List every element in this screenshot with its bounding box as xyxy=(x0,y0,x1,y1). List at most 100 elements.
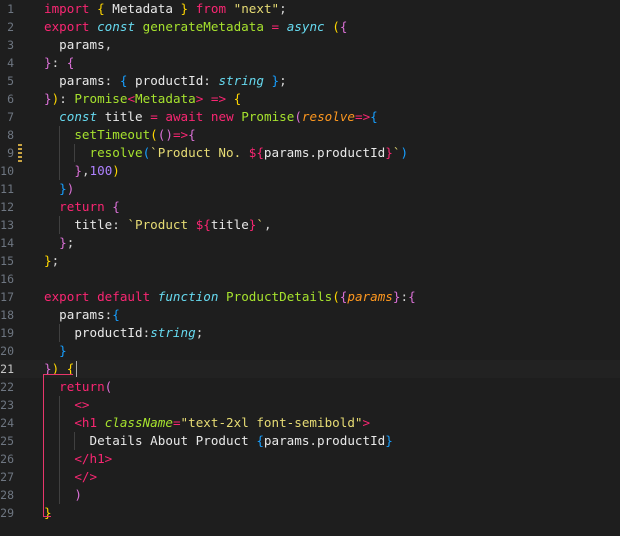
code-token: from xyxy=(195,1,227,16)
code-line[interactable]: 23 <> xyxy=(0,396,620,414)
code-line[interactable]: 3 params, xyxy=(0,36,620,54)
code-line[interactable]: 10 },100) xyxy=(0,162,620,180)
code-token: <> xyxy=(74,397,90,412)
code-text: }) xyxy=(44,180,74,198)
code-token: "next" xyxy=(233,1,280,16)
code-token: title xyxy=(104,109,143,124)
code-token: Promise xyxy=(241,109,295,124)
code-line[interactable]: 26 </h1> xyxy=(0,450,620,468)
code-line[interactable]: 14 }; xyxy=(0,234,620,252)
code-token: `Product No. xyxy=(150,145,249,160)
code-token: = xyxy=(172,415,181,430)
code-line[interactable]: 21}) { xyxy=(0,360,620,378)
code-editor[interactable]: 1 import { Metadata } from "next"; 2 export… xyxy=(0,0,620,536)
code-line[interactable]: 17 export default function ProductDetails… xyxy=(0,288,620,306)
code-text: import { Metadata } from "next"; xyxy=(44,0,287,18)
code-token: ) xyxy=(112,163,120,178)
code-line[interactable]: 27 </> xyxy=(0,468,620,486)
code-text: params, xyxy=(44,36,112,54)
code-line[interactable]: 1 import { Metadata } from "next"; xyxy=(0,0,620,18)
code-text: }; xyxy=(44,234,74,252)
indent-guide xyxy=(59,468,61,486)
code-token: ( xyxy=(332,19,340,34)
code-line[interactable]: 8 setTimeout(()=>{ xyxy=(0,126,620,144)
code-line[interactable]: 5 params: { productId: string }; xyxy=(0,72,620,90)
code-line[interactable]: 13 title: `Product ${title}`, xyxy=(0,216,620,234)
code-line[interactable]: 7 const title = await new Promise(resolv… xyxy=(0,108,620,126)
code-token: productId xyxy=(317,145,386,160)
code-token: { xyxy=(97,1,105,16)
code-text: <> xyxy=(44,396,90,414)
code-token: ${ xyxy=(248,145,264,160)
code-token: { xyxy=(339,19,348,34)
line-number: 22 xyxy=(0,380,14,394)
code-line[interactable]: 11 }) xyxy=(0,180,620,198)
code-line[interactable]: 25 Details About Product {params.product… xyxy=(0,432,620,450)
line-number: 13 xyxy=(0,218,14,232)
code-token: await xyxy=(165,109,204,124)
code-line[interactable]: 29} xyxy=(0,504,620,522)
code-line[interactable]: 18 params:{ xyxy=(0,306,620,324)
code-line[interactable]: 12 return { xyxy=(0,198,620,216)
code-line[interactable]: 15}; xyxy=(0,252,620,270)
code-token: { xyxy=(112,199,120,214)
code-line[interactable]: 2 export const generateMetadata = async (… xyxy=(0,18,620,36)
code-token: function xyxy=(157,289,219,304)
code-token: : xyxy=(104,73,120,88)
code-line[interactable]: 4}: { xyxy=(0,54,620,72)
code-token: ; xyxy=(279,73,287,88)
line-number: 27 xyxy=(0,470,14,484)
code-line[interactable]: 19 productId:string; xyxy=(0,324,620,342)
code-token: new xyxy=(210,109,234,124)
code-token: "text-2xl font-semibold" xyxy=(180,415,363,430)
modified-line-marker[interactable] xyxy=(18,144,22,162)
code-line[interactable]: 20 } xyxy=(0,342,620,360)
code-line[interactable]: 22 return( xyxy=(0,378,620,396)
line-number: 4 xyxy=(7,56,14,70)
code-token: className xyxy=(104,415,173,430)
code-token: ( xyxy=(104,379,113,394)
code-token: ${ xyxy=(195,217,211,232)
code-token: : xyxy=(51,55,67,70)
code-token: <h1 xyxy=(74,415,98,430)
code-token: } xyxy=(44,55,52,70)
code-token: = xyxy=(271,19,280,34)
bracket-scope-line xyxy=(43,516,51,517)
line-number: 16 xyxy=(0,272,14,286)
code-token: => xyxy=(210,91,227,106)
code-token: = xyxy=(150,109,158,124)
code-text: params:{ xyxy=(44,306,120,324)
bracket-scope-line xyxy=(43,374,74,375)
code-text: productId:string; xyxy=(44,324,203,342)
line-number: 11 xyxy=(0,182,14,196)
code-line[interactable]: 9 resolve(`Product No. ${params.productI… xyxy=(0,144,620,162)
code-token: } xyxy=(44,253,52,268)
code-token: } xyxy=(59,343,67,358)
code-line[interactable]: 6}): Promise<Metadata> => { xyxy=(0,90,620,108)
code-token: return xyxy=(59,379,105,394)
code-token: : xyxy=(59,91,75,106)
code-token: { xyxy=(188,127,196,142)
code-token: Metadata xyxy=(135,91,196,106)
code-token: ( xyxy=(150,127,158,142)
code-token: `Product xyxy=(127,217,196,232)
code-line[interactable]: 28 ) xyxy=(0,486,620,504)
code-token: , xyxy=(81,163,90,178)
code-line[interactable]: 24 <h1 className="text-2xl font-semibold… xyxy=(0,414,620,432)
code-line[interactable]: 16 xyxy=(0,270,620,288)
code-text: }) { xyxy=(44,360,74,378)
code-text: export default function ProductDetails({… xyxy=(44,288,416,306)
